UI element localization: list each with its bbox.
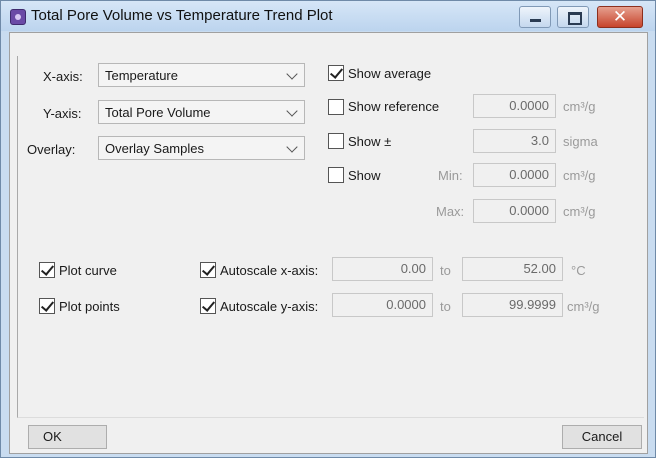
y-axis-max-field[interactable]: 99.9999: [462, 293, 563, 317]
x-axis-to-label: to: [440, 263, 451, 278]
overlay-select[interactable]: Overlay Samples: [98, 136, 305, 160]
y-axis-label: Y-axis:: [43, 106, 82, 121]
show-range-checkbox[interactable]: [328, 167, 344, 183]
y-axis-unit: cm³/g: [567, 299, 600, 314]
plot-curve-checkbox[interactable]: [39, 262, 55, 278]
minimize-button[interactable]: [519, 6, 551, 28]
plot-curve-label: Plot curve: [59, 263, 117, 278]
x-axis-unit: °C: [571, 263, 586, 278]
plot-points-label: Plot points: [59, 299, 120, 314]
range-min-label: Min:: [438, 168, 463, 183]
range-min-unit: cm³/g: [563, 168, 596, 183]
x-axis-label: X-axis:: [43, 69, 83, 84]
autoscale-y-checkbox[interactable]: [200, 298, 216, 314]
dialog-window: Total Pore Volume vs Temperature Trend P…: [0, 0, 656, 458]
title-bar[interactable]: Total Pore Volume vs Temperature Trend P…: [1, 1, 655, 31]
dialog-body: X-axis: Temperature Y-axis: Total Pore V…: [9, 32, 648, 454]
sigma-value-field[interactable]: 3.0: [473, 129, 556, 153]
range-max-unit: cm³/g: [563, 204, 596, 219]
show-sigma-checkbox[interactable]: [328, 133, 344, 149]
x-axis-value: Temperature: [105, 68, 178, 83]
close-button[interactable]: ✕: [597, 6, 643, 28]
cancel-button[interactable]: Cancel: [562, 425, 642, 449]
autoscale-y-label: Autoscale y-axis:: [220, 299, 319, 314]
app-icon: [10, 9, 26, 25]
sigma-unit: sigma: [563, 134, 598, 149]
show-reference-checkbox[interactable]: [328, 99, 344, 115]
show-average-checkbox[interactable]: [328, 65, 344, 81]
window-title: Total Pore Volume vs Temperature Trend P…: [31, 7, 333, 24]
overlay-label: Overlay:: [27, 142, 76, 157]
chevron-down-icon: [286, 141, 298, 153]
close-icon: ✕: [612, 7, 628, 27]
chevron-down-icon: [286, 68, 298, 80]
autoscale-x-checkbox[interactable]: [200, 262, 216, 278]
show-average-label: Show average: [348, 66, 432, 81]
x-axis-max-field[interactable]: 52.00: [462, 257, 563, 281]
chevron-down-icon: [286, 105, 298, 117]
reference-value-field[interactable]: 0.0000: [473, 94, 556, 118]
y-axis-min-field[interactable]: 0.0000: [332, 293, 433, 317]
x-axis-min-field[interactable]: 0.00: [332, 257, 433, 281]
show-reference-label: Show reference: [348, 99, 440, 114]
autoscale-x-label: Autoscale x-axis:: [220, 263, 319, 278]
y-axis-select[interactable]: Total Pore Volume: [98, 100, 305, 124]
reference-unit: cm³/g: [563, 99, 596, 114]
y-axis-to-label: to: [440, 299, 451, 314]
ok-button[interactable]: OK: [28, 425, 107, 449]
plot-points-checkbox[interactable]: [39, 298, 55, 314]
show-range-label: Show: [348, 168, 381, 183]
maximize-button[interactable]: [557, 6, 589, 28]
y-axis-value: Total Pore Volume: [105, 105, 211, 120]
show-sigma-label: Show ±: [348, 134, 392, 149]
range-max-label: Max:: [436, 204, 465, 219]
overlay-value: Overlay Samples: [105, 141, 204, 156]
range-min-field[interactable]: 0.0000: [473, 163, 556, 187]
x-axis-select[interactable]: Temperature: [98, 63, 305, 87]
range-max-field[interactable]: 0.0000: [473, 199, 556, 223]
